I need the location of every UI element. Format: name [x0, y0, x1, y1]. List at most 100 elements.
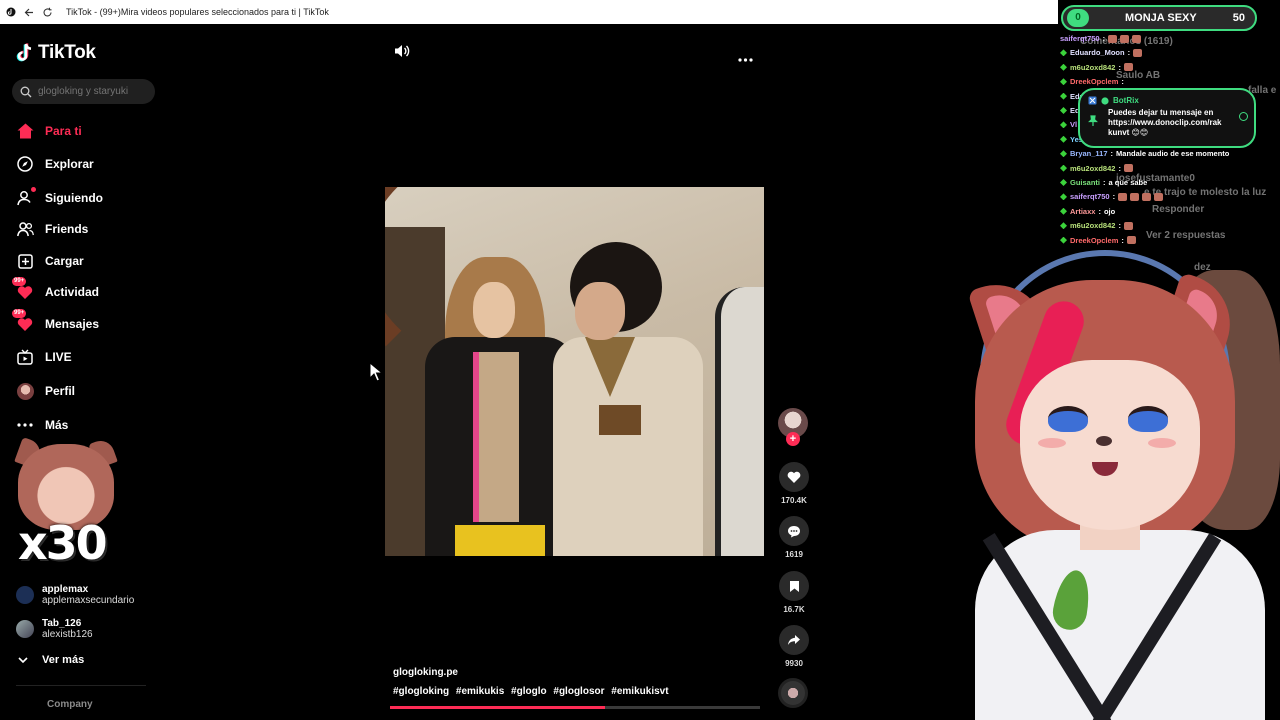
- heart-icon: [787, 471, 801, 483]
- activity-icon: 99+: [12, 277, 34, 301]
- tiktok-sidebar: TikTok Para ti Explorar Siguiendo: [0, 24, 170, 720]
- video-progress-bar[interactable]: [390, 706, 760, 709]
- sidebar-item-label: Actividad: [45, 285, 100, 299]
- verified-icon: [1101, 96, 1109, 105]
- chat-badge-icon: [1060, 207, 1067, 215]
- comment-count: 1619: [785, 550, 803, 559]
- video-caption: glogloking.pe #glogloking #emikukis #glo…: [393, 667, 669, 697]
- chat-username: saiferqt750: [1070, 192, 1110, 202]
- browser-tab-title: TikTok - (99+)Mira videos populares sele…: [66, 7, 329, 17]
- chat-username: Eduardo_Moon: [1070, 48, 1125, 58]
- chat-message: m6u2oxd842:: [1060, 221, 1133, 230]
- sidebar-item-label: Friends: [45, 222, 89, 236]
- video-options-button[interactable]: [738, 49, 753, 67]
- sidebar-item-siguiendo[interactable]: Siguiendo: [16, 187, 103, 209]
- chat-message: Artiaxx: ojo: [1060, 207, 1115, 216]
- emote-multiplier: x30: [18, 516, 108, 570]
- vtuber-avatar: [930, 240, 1280, 720]
- sidebar-item-perfil[interactable]: Perfil: [16, 380, 75, 402]
- hashtag-link[interactable]: #gloglo: [511, 686, 547, 697]
- chat-username: m6u2oxd842: [1070, 221, 1116, 231]
- sidebar-item-mas[interactable]: Más: [16, 414, 68, 436]
- logo-text: TikTok: [38, 42, 96, 63]
- sidebar-item-actividad[interactable]: 99+ Actividad: [12, 277, 100, 303]
- chat-separator: :: [1118, 62, 1121, 72]
- company-link[interactable]: Company: [47, 699, 93, 710]
- sidebar-item-label: Explorar: [45, 157, 94, 171]
- sidebar-item-label: LIVE: [45, 350, 72, 364]
- comment-circle: [779, 516, 809, 546]
- messages-badge: 99+: [12, 309, 27, 318]
- chat-separator: :: [1112, 192, 1116, 202]
- volume-button[interactable]: [394, 44, 410, 63]
- chat-badge-icon: [1060, 49, 1067, 57]
- search-input[interactable]: [38, 86, 150, 97]
- chat-emote-icon: [1130, 192, 1140, 201]
- bookmark-icon: [789, 580, 799, 592]
- following-user-name: Tab_126: [42, 618, 82, 629]
- sidebar-item-live[interactable]: LIVE: [16, 346, 72, 368]
- search-icon: [20, 86, 32, 97]
- search-bar[interactable]: [12, 79, 155, 104]
- hashtag-link[interactable]: #emikukisvt: [611, 686, 668, 697]
- sidebar-item-label: Mensajes: [45, 317, 100, 331]
- mouse-cursor-icon: [369, 361, 384, 387]
- sidebar-item-label: Perfil: [45, 384, 76, 398]
- chat-message: m6u2oxd842:: [1060, 164, 1133, 173]
- hashtag-link[interactable]: #glogloking: [393, 686, 449, 697]
- see-more-button[interactable]: Ver más: [18, 654, 84, 666]
- bot-icon: [1088, 96, 1097, 105]
- chat-emote-icon: [1132, 34, 1142, 43]
- share-count: 9930: [785, 659, 803, 668]
- chat-emote-icon: [1108, 34, 1118, 43]
- chat-username: m6u2oxd842: [1070, 62, 1116, 72]
- following-user-handle: alexistb126: [42, 629, 93, 640]
- chat-separator: :: [1098, 206, 1101, 216]
- vtuber-blush-right: [1148, 438, 1176, 448]
- chat-emote-icon: [1118, 192, 1128, 201]
- vtuber-blush-left: [1038, 438, 1066, 448]
- like-button[interactable]: 170.4K: [777, 462, 811, 505]
- chat-badge-icon: [1060, 121, 1067, 129]
- save-button[interactable]: 16.7K: [777, 571, 811, 614]
- sidebar-item-cargar[interactable]: Cargar: [16, 250, 84, 272]
- share-circle: [779, 625, 809, 655]
- video-hashtags: #glogloking #emikukis #gloglo #gloglosor…: [393, 686, 673, 697]
- upload-icon: [16, 252, 34, 270]
- video-person-right-pocket: [599, 405, 641, 435]
- video-author[interactable]: glogloking.pe: [393, 667, 458, 678]
- sidebar-item-label: Más: [45, 418, 69, 432]
- sidebar-item-explorar[interactable]: Explorar: [16, 153, 94, 175]
- sidebar-item-friends[interactable]: Friends: [16, 218, 88, 240]
- hashtag-link[interactable]: #emikukis: [456, 686, 504, 697]
- share-button[interactable]: 9930: [777, 625, 811, 668]
- chat-separator: :: [1103, 178, 1106, 187]
- avatar: [16, 586, 34, 604]
- tiktok-logo[interactable]: TikTok: [16, 42, 96, 64]
- tiktok-favicon-icon: [4, 5, 18, 19]
- chat-separator: :: [1110, 149, 1114, 159]
- chat-separator: :: [1127, 48, 1131, 58]
- video-player[interactable]: [385, 187, 764, 556]
- activity-badge: 99+: [12, 277, 27, 286]
- chat-username: m6u2oxd842: [1070, 163, 1116, 173]
- sidebar-item-mensajes[interactable]: 99+ Mensajes: [12, 309, 100, 335]
- chat-badge-icon: [1060, 78, 1067, 86]
- chat-badge-icon: [1060, 107, 1067, 114]
- donation-name: MONJA SEXY: [1125, 12, 1197, 24]
- music-disc-icon[interactable]: [778, 678, 808, 708]
- following-user-name: applemax: [42, 584, 89, 595]
- following-user[interactable]: Tab_126 alexistb126: [16, 618, 93, 640]
- reload-icon[interactable]: [40, 5, 54, 19]
- follow-plus-icon[interactable]: +: [786, 432, 800, 446]
- chevron-down-icon: [18, 656, 28, 663]
- back-arrow-icon[interactable]: [22, 5, 36, 19]
- chat-username: Bryan_117: [1070, 149, 1108, 159]
- chat-badge-icon: [1060, 222, 1067, 230]
- tiktok-logo-icon: [16, 43, 32, 62]
- following-user[interactable]: applemax applemaxsecundario: [16, 584, 134, 606]
- sidebar-item-para-ti[interactable]: Para ti: [16, 120, 82, 142]
- more-horizontal-icon: [738, 58, 753, 62]
- hashtag-link[interactable]: #gloglosor: [553, 686, 604, 697]
- comment-button[interactable]: 1619: [777, 516, 811, 559]
